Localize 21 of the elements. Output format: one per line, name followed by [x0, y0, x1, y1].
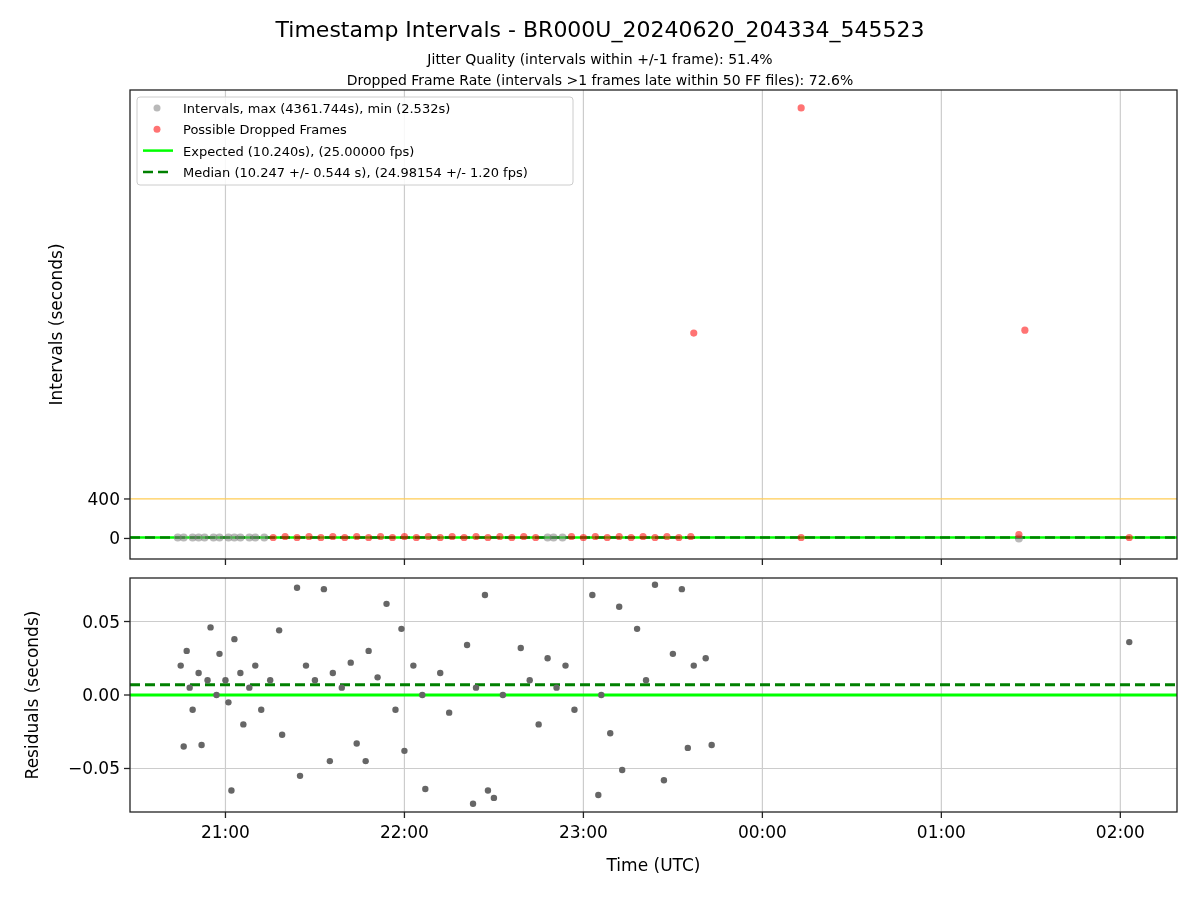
- tick-label: 00:00: [737, 822, 787, 842]
- figure-title: Timestamp Intervals - BR000U_20240620_204334_545523: [275, 17, 925, 42]
- tick-label: −0.05: [67, 758, 120, 779]
- legend-label: Intervals, max (4361.744s), min (2.532s): [183, 101, 451, 116]
- figure-subtitle: Jitter Quality (intervals within +/-1 frame): 51.4%: [427, 51, 773, 67]
- legend-label: Median (10.247 +/- 0.544 s), (24.98154 +/- 1.20 fps): [183, 164, 528, 180]
- tick-label: 01:00: [916, 822, 966, 842]
- tick-label: 0.00: [82, 685, 120, 705]
- x-axis-label: Time (UTC): [606, 855, 701, 875]
- tick-label: 23:00: [558, 822, 608, 842]
- tick-label: 21:00: [200, 822, 250, 842]
- tick-label: 02:00: [1095, 822, 1145, 842]
- tick-label: 400: [87, 488, 120, 509]
- y-axis-label: Residuals (seconds): [22, 610, 42, 780]
- y-axis-label: Intervals (seconds): [46, 243, 66, 406]
- legend-label: Expected (10.240s), (25.00000 fps): [183, 143, 415, 159]
- tick-label: 0: [109, 528, 120, 549]
- tick-label: 22:00: [379, 822, 429, 842]
- figure-subtitle: Dropped Frame Rate (intervals >1 frames late within 50 FF files): 72.6%: [346, 72, 854, 88]
- legend-label: Possible Dropped Frames: [183, 122, 347, 138]
- tick-label: 0.05: [82, 611, 120, 632]
